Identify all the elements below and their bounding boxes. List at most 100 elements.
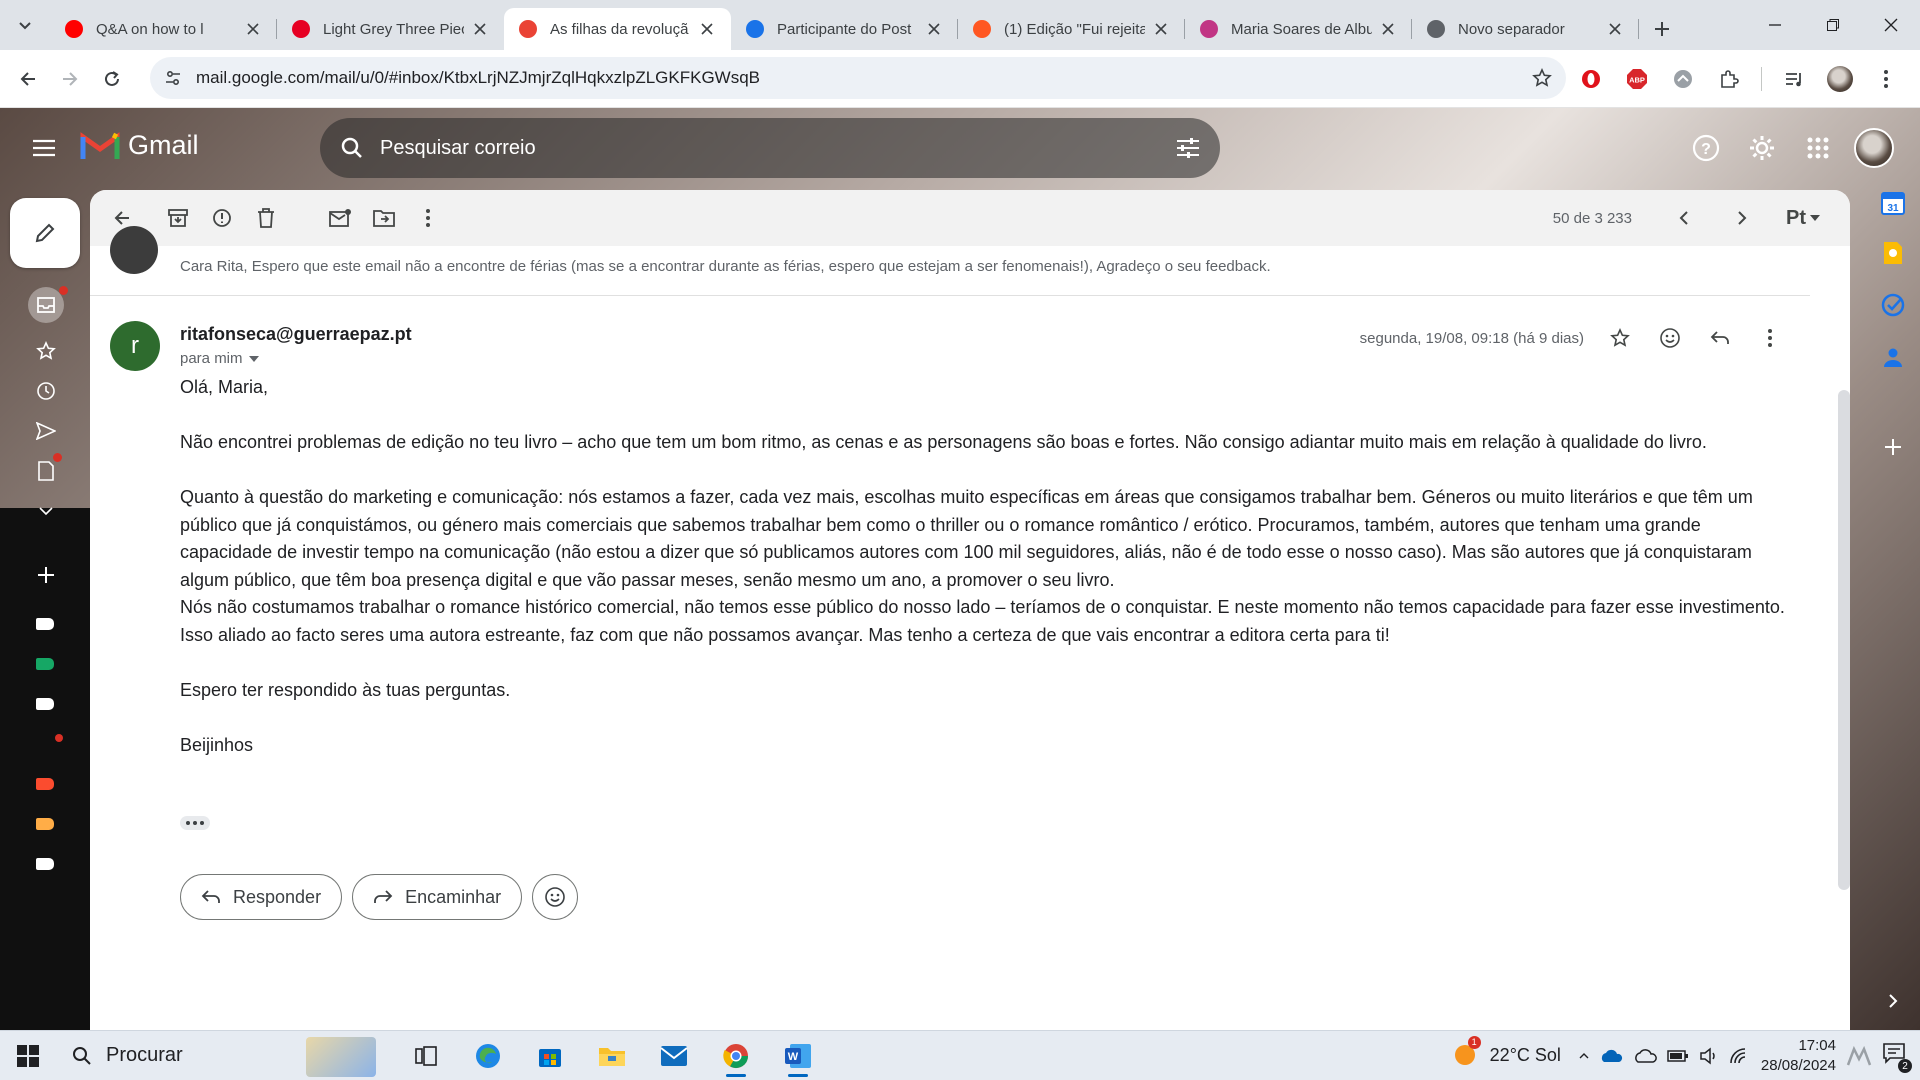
close-icon[interactable] — [470, 19, 490, 39]
rail-drafts[interactable] — [26, 453, 66, 488]
add-addon-button[interactable] — [1880, 434, 1906, 460]
chrome-taskbar-icon[interactable] — [712, 1033, 760, 1079]
browser-tab[interactable]: Participante do Post — [731, 8, 958, 50]
mail-search-input[interactable] — [380, 136, 1176, 160]
puzzle-icon[interactable] — [1709, 59, 1749, 99]
rail-more[interactable] — [26, 494, 66, 528]
calendar-app-icon[interactable]: 31 — [1880, 190, 1906, 216]
emoji-react-button[interactable] — [1650, 318, 1690, 358]
emoji-reaction-button[interactable] — [532, 874, 579, 920]
keep-app-icon[interactable] — [1880, 240, 1906, 266]
browser-tab[interactable]: Light Grey Three Piec — [277, 8, 504, 50]
new-tab-button[interactable] — [1639, 8, 1685, 50]
minimize-button[interactable] — [1746, 0, 1804, 50]
star-button[interactable] — [1600, 318, 1640, 358]
close-icon[interactable] — [1151, 19, 1171, 39]
opera-extension-icon[interactable] — [1571, 59, 1611, 99]
chevron-up-icon[interactable] — [1579, 1051, 1589, 1061]
close-window-button[interactable] — [1862, 0, 1920, 50]
system-clock[interactable]: 17:04 28/08/2024 — [1761, 1036, 1836, 1076]
media-control-icon[interactable] — [1774, 59, 1814, 99]
restore-button[interactable] — [1804, 0, 1862, 50]
browser-tab[interactable]: Maria Soares de Albu — [1185, 8, 1412, 50]
back-button[interactable] — [8, 59, 48, 99]
close-icon[interactable] — [1605, 19, 1625, 39]
rail-create-label[interactable] — [26, 558, 66, 592]
input-tools-button[interactable]: Pt — [1786, 207, 1820, 230]
wifi-icon[interactable] — [1729, 1047, 1751, 1065]
profile-avatar[interactable] — [1820, 59, 1860, 99]
search-options-icon[interactable] — [1176, 137, 1200, 159]
message-more-button[interactable] — [1750, 318, 1790, 358]
copilot-icon[interactable] — [1846, 1045, 1872, 1067]
task-view-icon[interactable] — [402, 1033, 450, 1079]
search-icon[interactable] — [340, 136, 364, 160]
forward-button[interactable] — [50, 59, 90, 99]
close-icon[interactable] — [243, 19, 263, 39]
label-tag-icon[interactable] — [36, 778, 54, 790]
close-icon[interactable] — [1378, 19, 1398, 39]
rail-snoozed[interactable] — [26, 374, 66, 408]
edge-icon[interactable] — [464, 1033, 512, 1079]
reload-button[interactable] — [92, 59, 132, 99]
adblock-plus-icon[interactable]: ABP — [1617, 59, 1657, 99]
tab-search-button[interactable] — [0, 0, 50, 50]
tasks-app-icon[interactable] — [1880, 292, 1906, 318]
close-icon[interactable] — [924, 19, 944, 39]
onedrive-icon[interactable] — [1599, 1048, 1623, 1064]
store-icon[interactable] — [526, 1033, 574, 1079]
collapsed-message[interactable]: Cara Rita, Espero que este email não a e… — [90, 226, 1810, 296]
archive-button[interactable] — [158, 198, 198, 238]
google-apps-button[interactable] — [1796, 126, 1840, 170]
word-icon[interactable]: W — [774, 1033, 822, 1079]
mark-unread-button[interactable] — [320, 198, 360, 238]
browser-tab[interactable]: As filhas da revoluçã — [504, 8, 731, 50]
browser-tab[interactable]: (1) Edição "Fui rejeita — [958, 8, 1185, 50]
label-tag-icon[interactable] — [36, 698, 54, 710]
reply-pill-button[interactable]: Responder — [180, 874, 343, 920]
browser-tab[interactable]: Novo separador — [1412, 8, 1639, 50]
compose-button[interactable] — [10, 198, 80, 268]
label-tag-icon[interactable] — [36, 818, 54, 830]
file-explorer-icon[interactable] — [588, 1033, 636, 1079]
notifications-button[interactable]: 2 — [1882, 1042, 1912, 1073]
browser-tab[interactable]: Q&A on how to l — [50, 8, 277, 50]
battery-icon[interactable] — [1667, 1049, 1689, 1063]
message-scrollbar[interactable] — [1838, 390, 1850, 890]
volume-icon[interactable] — [1699, 1046, 1719, 1065]
weather-text[interactable]: 22°C Sol — [1490, 1045, 1561, 1066]
recipient-line[interactable]: para mim — [180, 350, 259, 367]
taskbar-search[interactable]: Procurar — [56, 1031, 396, 1080]
sender-address[interactable]: ritafonseca@guerraepaz.pt — [180, 324, 412, 345]
rail-starred[interactable] — [26, 334, 66, 368]
delete-button[interactable] — [246, 198, 286, 238]
forward-pill-button[interactable]: Encaminhar — [352, 874, 523, 920]
browser-menu-button[interactable] — [1866, 59, 1906, 99]
site-info-icon[interactable] — [164, 69, 182, 87]
account-avatar[interactable] — [1852, 126, 1896, 170]
extension-gray-icon[interactable] — [1663, 59, 1703, 99]
help-button[interactable]: ? — [1684, 126, 1728, 170]
label-tag-icon[interactable] — [36, 658, 54, 670]
start-button[interactable] — [0, 1031, 56, 1080]
report-spam-button[interactable] — [202, 198, 242, 238]
show-trimmed-button[interactable] — [180, 816, 210, 830]
older-button[interactable] — [1722, 198, 1762, 238]
url-text[interactable]: mail.google.com/mail/u/0/#inbox/KtbxLrjN… — [196, 68, 1532, 88]
main-menu-button[interactable] — [24, 128, 64, 168]
newer-button[interactable] — [1664, 198, 1704, 238]
cloud-icon[interactable] — [1633, 1048, 1657, 1064]
hide-panel-button[interactable] — [1880, 988, 1906, 1014]
bookmark-star-icon[interactable] — [1532, 68, 1552, 88]
reply-button[interactable] — [1700, 318, 1740, 358]
settings-button[interactable] — [1740, 126, 1784, 170]
sender-avatar[interactable]: r — [110, 321, 160, 371]
address-bar[interactable]: mail.google.com/mail/u/0/#inbox/KtbxLrjN… — [150, 57, 1566, 99]
contacts-app-icon[interactable] — [1880, 344, 1906, 370]
more-actions-button[interactable] — [408, 198, 448, 238]
weather-icon[interactable]: 1 — [1452, 1035, 1481, 1070]
rail-sent[interactable] — [26, 414, 66, 448]
mail-app-icon[interactable] — [650, 1033, 698, 1079]
close-icon[interactable] — [697, 19, 717, 39]
mail-search-bar[interactable] — [320, 118, 1220, 178]
